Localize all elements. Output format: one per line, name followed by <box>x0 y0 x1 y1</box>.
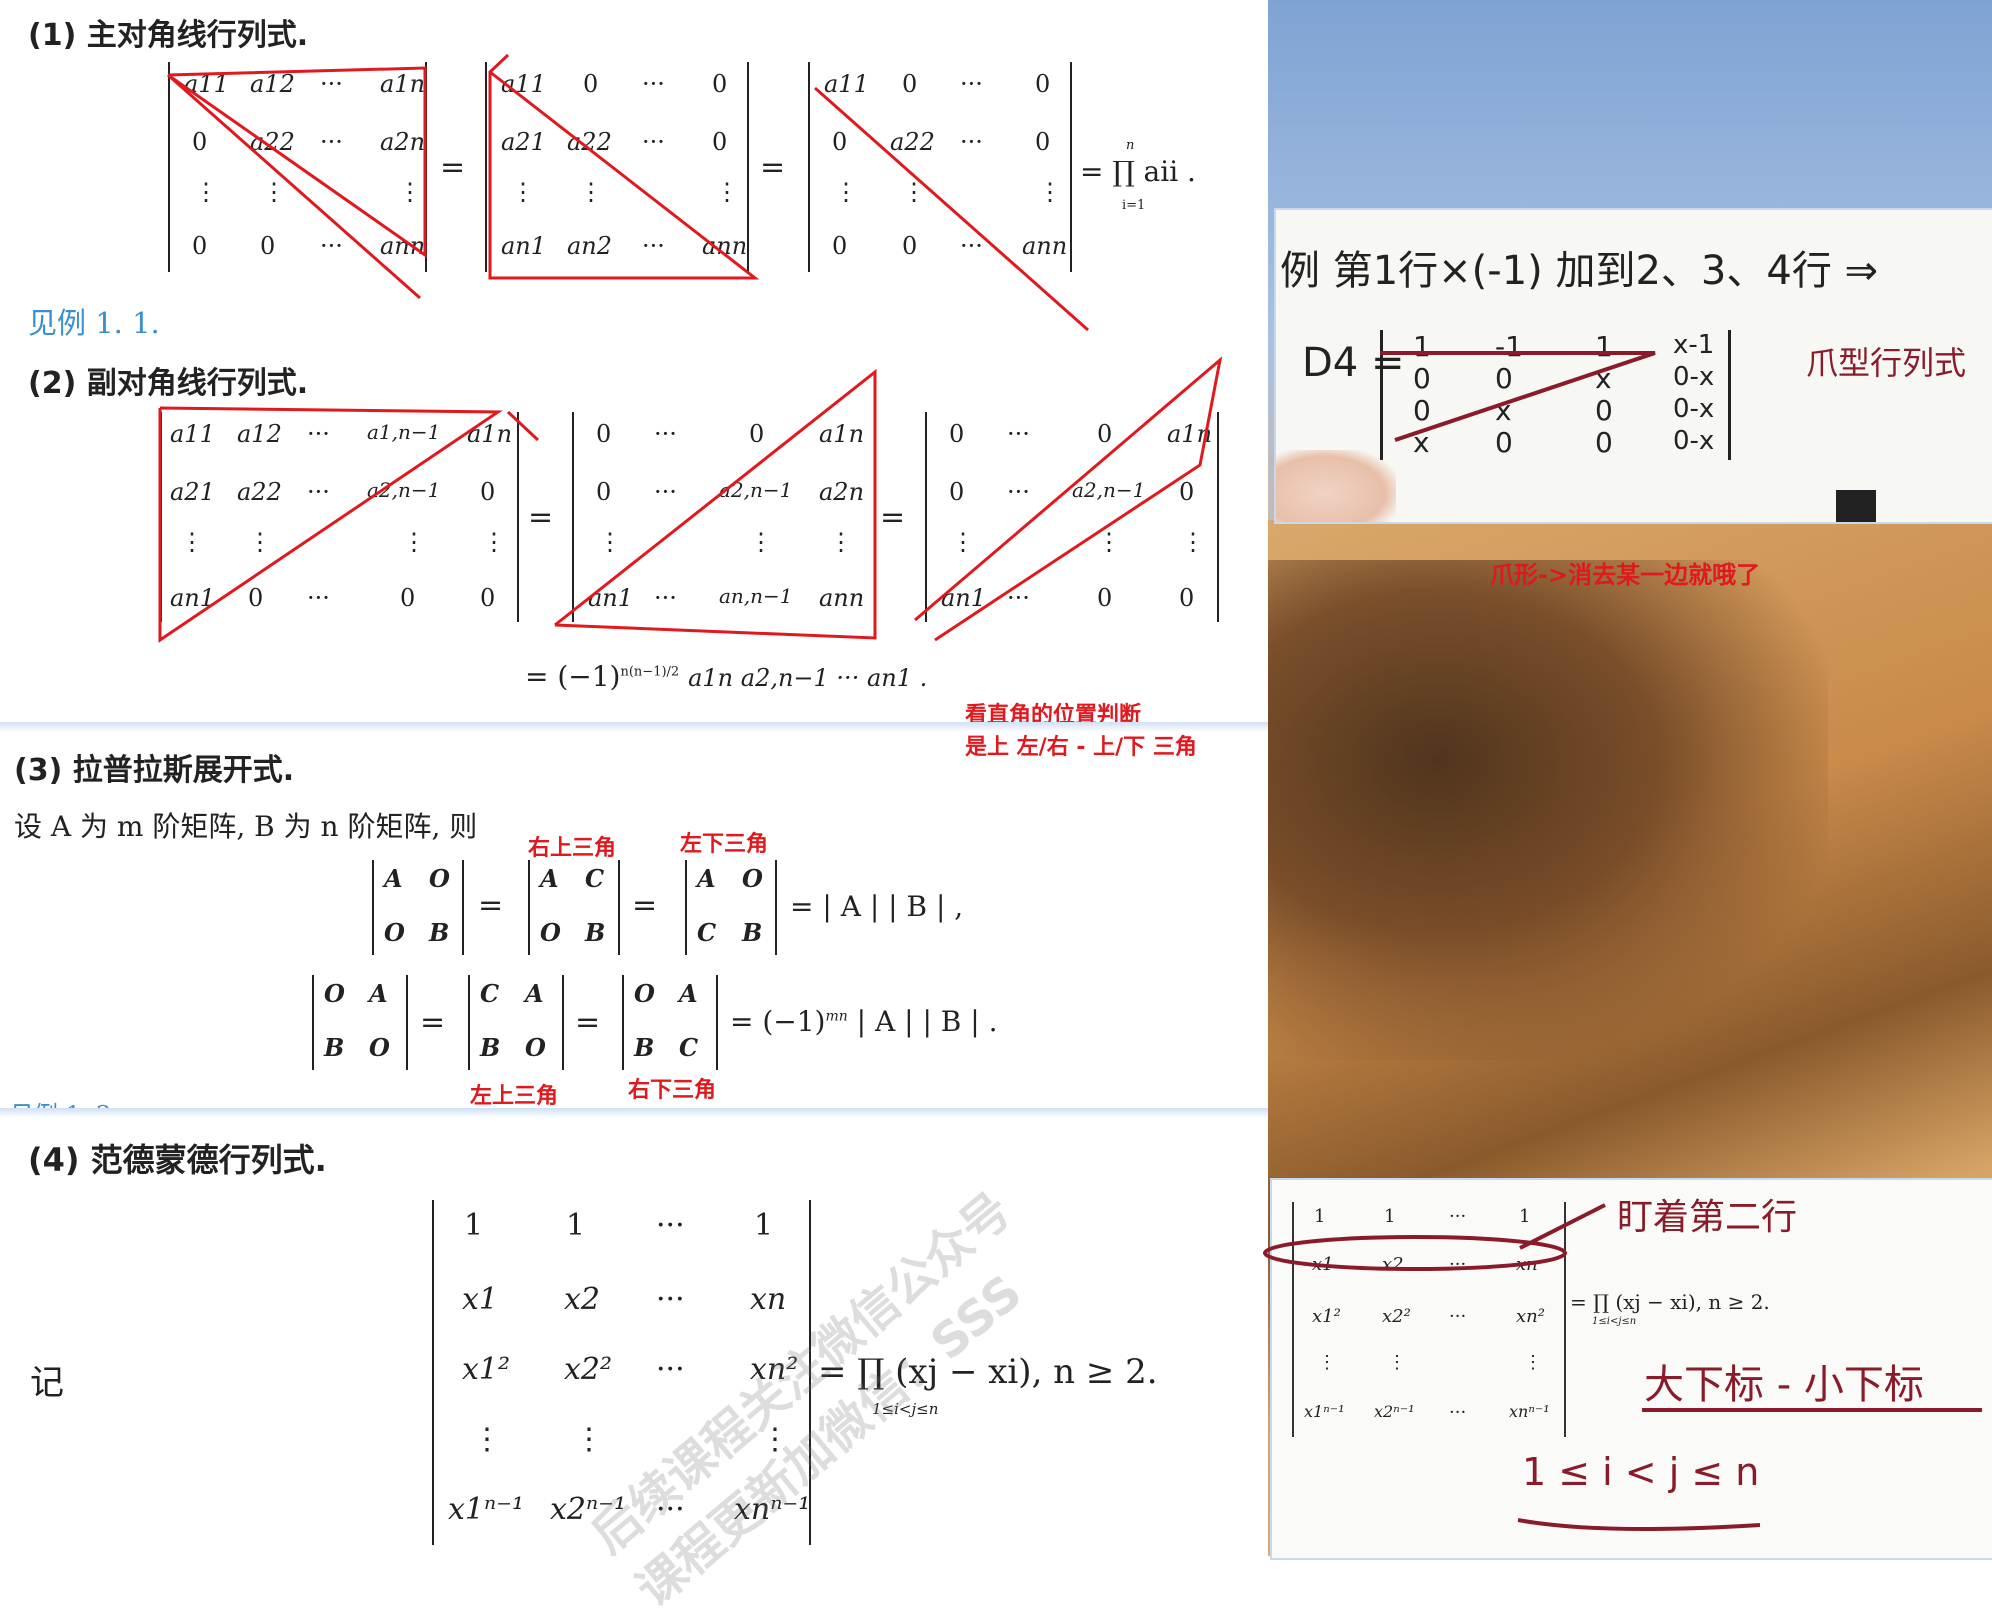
v2-range-underline <box>1517 1518 1761 1531</box>
s2-stroke-lower-right <box>554 368 877 640</box>
v2-arrow <box>1519 1203 1606 1250</box>
s1-stroke-upper <box>167 66 427 300</box>
s1-stroke-diag <box>814 86 1089 332</box>
v2-row-circle <box>1263 1235 1567 1271</box>
s2-stroke-anti <box>914 356 1223 642</box>
v1-stroke <box>1380 351 1656 442</box>
s2-stroke-hook <box>506 410 540 442</box>
s2-stroke-upper-left <box>158 406 503 643</box>
s1-stroke-lower <box>488 53 760 280</box>
annotation-strokes <box>158 53 1982 1531</box>
